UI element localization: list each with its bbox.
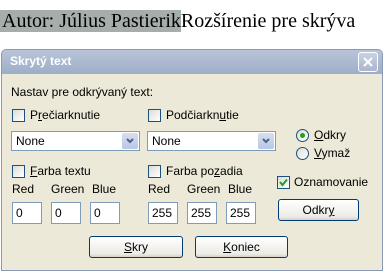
dialog-title: Skrytý text — [10, 54, 72, 68]
underline-style-select[interactable]: None — [147, 131, 276, 151]
strikethrough-style-select[interactable]: None — [11, 131, 140, 151]
bg-color-checkbox[interactable] — [148, 165, 161, 178]
text-red-input[interactable]: 0 — [12, 202, 42, 224]
hidden-text-dialog: Skrytý text Nastav pre odkrývaný text: P… — [1, 49, 383, 271]
end-button[interactable]: Koniec — [195, 236, 288, 258]
instruction-label: Nastav pre odkrývaný text: — [11, 85, 154, 99]
document-body-text[interactable]: Rozšírenie pre skrýva — [181, 10, 355, 32]
close-button[interactable] — [358, 52, 378, 72]
reveal-radio-label[interactable]: Odkry — [314, 128, 346, 142]
document-text-line: Autor: Július PastierikRozšírenie pre sk… — [0, 6, 355, 36]
notify-checkbox[interactable] — [277, 176, 290, 189]
bg-color-label[interactable]: Farba pozadia — [166, 164, 243, 178]
delete-radio[interactable] — [296, 147, 309, 160]
text-green-label: Green — [51, 182, 85, 196]
chevron-down-icon[interactable] — [122, 133, 138, 149]
text-red-label: Red — [12, 182, 35, 196]
text-color-label[interactable]: Farba textu — [30, 164, 91, 178]
bg-blue-input[interactable]: 255 — [226, 202, 256, 224]
notify-label[interactable]: Oznamovanie — [294, 175, 368, 189]
delete-radio-label[interactable]: Vymaž — [314, 146, 350, 160]
check-icon — [279, 178, 288, 187]
bg-red-input[interactable]: 255 — [148, 202, 178, 224]
close-icon — [363, 57, 373, 67]
strikethrough-label[interactable]: Prečiarknutie — [30, 108, 100, 122]
dialog-title-bar[interactable]: Skrytý text — [2, 50, 382, 74]
underline-label[interactable]: Podčiarknutie — [166, 108, 239, 122]
reveal-button[interactable]: Odkry — [278, 199, 359, 221]
bg-red-label: Red — [148, 182, 171, 196]
text-blue-label: Blue — [92, 182, 117, 196]
reveal-radio[interactable] — [296, 129, 309, 142]
text-green-input[interactable]: 0 — [51, 202, 81, 224]
bg-green-input[interactable]: 255 — [187, 202, 217, 224]
underline-checkbox[interactable] — [148, 109, 161, 122]
strikethrough-checkbox[interactable] — [12, 109, 25, 122]
selected-author-text[interactable]: Autor: Július Pastierik — [0, 10, 181, 32]
text-blue-input[interactable]: 0 — [90, 202, 120, 224]
bg-blue-label: Blue — [228, 182, 253, 196]
chevron-down-icon[interactable] — [258, 133, 274, 149]
bg-green-label: Green — [187, 182, 221, 196]
hide-button[interactable]: Skry — [89, 236, 183, 258]
text-color-checkbox[interactable] — [12, 165, 25, 178]
